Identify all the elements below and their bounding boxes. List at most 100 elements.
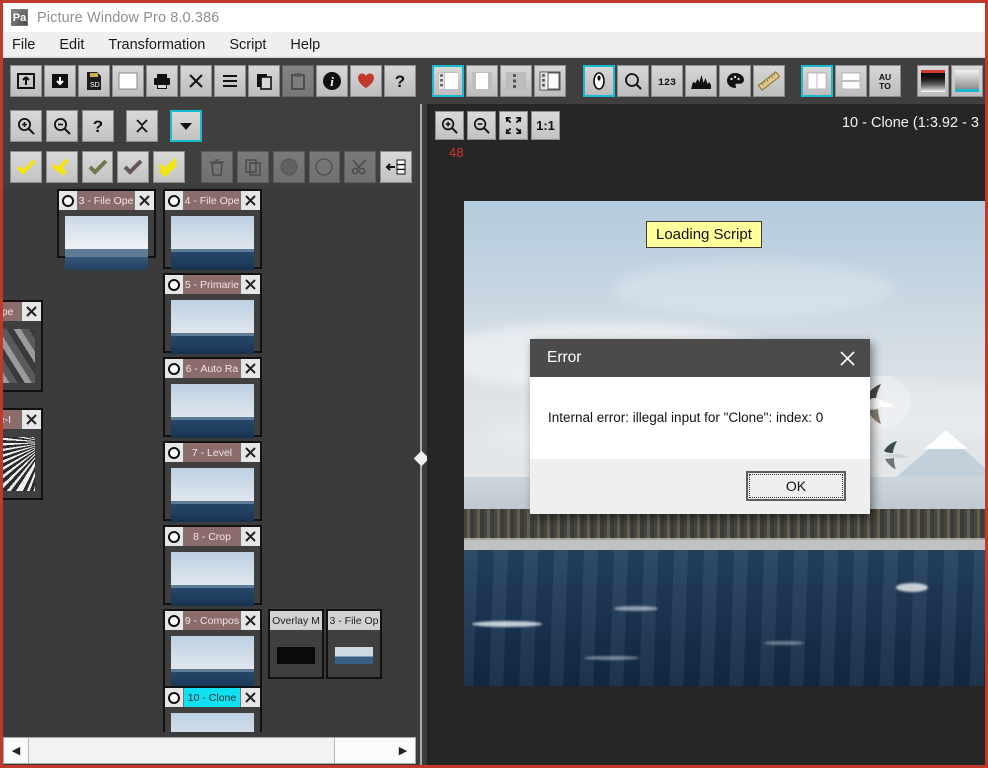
script-step-card-active[interactable]: 10 - Clone	[163, 686, 262, 732]
card-radio[interactable]	[165, 275, 184, 294]
zoom-out-icon[interactable]	[46, 110, 78, 142]
workspace-full-icon[interactable]	[466, 65, 498, 97]
close-icon[interactable]	[240, 688, 260, 707]
error-dialog[interactable]: Error Internal error: illegal input for …	[530, 339, 870, 514]
close-icon[interactable]	[134, 191, 154, 210]
histogram-icon[interactable]	[685, 65, 717, 97]
close-icon[interactable]	[240, 527, 260, 546]
step-thumbnail	[3, 437, 35, 491]
card-radio[interactable]	[165, 191, 184, 210]
card-radio[interactable]	[165, 688, 184, 707]
check-dark-icon[interactable]	[117, 151, 149, 183]
trash-icon[interactable]	[201, 151, 233, 183]
zoom-out-icon[interactable]	[467, 111, 496, 140]
zoom-one-to-one-icon[interactable]: 1:1	[531, 111, 560, 140]
gradient-cyan-icon[interactable]	[951, 65, 983, 97]
card-radio[interactable]	[165, 443, 184, 462]
script-step-card[interactable]: 6 - Auto Ra	[163, 357, 262, 437]
numbers-123-icon[interactable]: 123	[651, 65, 683, 97]
menu-item-transformation[interactable]: Transformation	[108, 37, 205, 53]
scissors-icon[interactable]	[344, 151, 376, 183]
close-icon[interactable]	[240, 443, 260, 462]
script-step-card[interactable]: 9 - Compos	[163, 609, 262, 689]
check-double-yellow-icon[interactable]	[153, 151, 185, 183]
new-blank-image-icon[interactable]	[112, 65, 144, 97]
scroll-right-button[interactable]: ▶	[391, 738, 415, 763]
scroll-left-button[interactable]: ◀	[4, 738, 28, 763]
print-icon[interactable]	[146, 65, 178, 97]
magnifier-icon[interactable]	[617, 65, 649, 97]
insert-left-icon[interactable]	[380, 151, 412, 183]
photo-mountain-snowcap	[924, 430, 968, 449]
check-yellow-down-icon[interactable]	[46, 151, 78, 183]
info-icon[interactable]: i	[316, 65, 348, 97]
scrollbar-thumb[interactable]	[28, 738, 335, 763]
mouse-pointer-icon[interactable]	[583, 65, 615, 97]
script-step-card[interactable]: te-I	[3, 408, 43, 500]
palette-icon[interactable]	[719, 65, 751, 97]
card-radio[interactable]	[165, 527, 184, 546]
close-icon[interactable]	[21, 302, 41, 321]
script-step-card[interactable]: 4 - File Ope	[163, 189, 262, 269]
sd-card-icon[interactable]: SD	[78, 65, 110, 97]
check-green-icon[interactable]	[82, 151, 114, 183]
open-image-icon[interactable]	[10, 65, 42, 97]
collapse-icon[interactable]	[126, 110, 158, 142]
ok-button[interactable]: OK	[746, 471, 846, 501]
save-image-icon[interactable]	[44, 65, 76, 97]
menu-item-help[interactable]: Help	[290, 37, 320, 53]
question-help-icon[interactable]: ?	[82, 110, 114, 142]
bird-small-icon	[874, 438, 924, 476]
ruler-icon[interactable]	[753, 65, 785, 97]
duplicate-icon[interactable]	[237, 151, 269, 183]
question-help-icon[interactable]: ?	[384, 65, 416, 97]
workspace-left-panel-icon[interactable]	[432, 65, 464, 97]
image-canvas[interactable]: Loading Script Error Internal error: ill…	[464, 201, 985, 686]
card-radio[interactable]	[165, 359, 184, 378]
auto-icon[interactable]: AUTO	[869, 65, 901, 97]
chevron-down-icon[interactable]	[170, 110, 202, 142]
mask-swatch	[277, 647, 315, 664]
source-file-card[interactable]: 3 - File Op	[326, 609, 382, 679]
close-icon[interactable]	[832, 343, 862, 373]
zoom-in-icon[interactable]	[435, 111, 464, 140]
horizontal-scrollbar[interactable]: ◀ ▶	[3, 736, 416, 765]
zoom-in-icon[interactable]	[10, 110, 42, 142]
circle-outline-icon[interactable]	[309, 151, 341, 183]
split-horizontal-icon[interactable]	[835, 65, 867, 97]
circle-filled-icon[interactable]	[273, 151, 305, 183]
menu-item-file[interactable]: File	[12, 37, 35, 53]
paste-clipboard-icon[interactable]	[282, 65, 314, 97]
close-x-icon[interactable]	[180, 65, 212, 97]
card-header: 9 - Compos	[165, 611, 260, 630]
close-icon[interactable]	[240, 359, 260, 378]
script-step-card[interactable]: Ope	[3, 300, 43, 392]
workspace-split-icon[interactable]	[534, 65, 566, 97]
script-step-card[interactable]: 7 - Level	[163, 441, 262, 521]
check-yellow-icon[interactable]	[10, 151, 42, 183]
pane-splitter[interactable]	[416, 104, 427, 765]
scrollbar-track[interactable]: ◀ ▶	[3, 737, 416, 764]
menu-item-edit[interactable]: Edit	[59, 37, 84, 53]
copy-icon[interactable]	[248, 65, 280, 97]
menu-item-script[interactable]: Script	[229, 37, 266, 53]
step-thumbnail	[65, 216, 148, 270]
overlay-mask-card[interactable]: Overlay M	[268, 609, 324, 679]
workspace-dots-icon[interactable]	[500, 65, 532, 97]
card-radio[interactable]	[165, 611, 184, 630]
card-title: Overlay M	[270, 611, 322, 630]
card-radio[interactable]	[59, 191, 78, 210]
fit-to-window-icon[interactable]	[499, 111, 528, 140]
script-step-card[interactable]: 5 - Primarie	[163, 273, 262, 353]
heart-icon[interactable]	[350, 65, 382, 97]
close-icon[interactable]	[21, 410, 41, 429]
list-lines-icon[interactable]	[214, 65, 246, 97]
close-icon[interactable]	[240, 275, 260, 294]
script-step-card[interactable]: 3 - File Ope	[57, 189, 156, 258]
split-vertical-icon[interactable]	[801, 65, 833, 97]
script-step-card[interactable]: 8 - Crop	[163, 525, 262, 605]
close-icon[interactable]	[240, 191, 260, 210]
gradient-red-icon[interactable]	[917, 65, 949, 97]
close-icon[interactable]	[240, 611, 260, 630]
script-step-canvas[interactable]: Ope te-I	[3, 187, 416, 732]
